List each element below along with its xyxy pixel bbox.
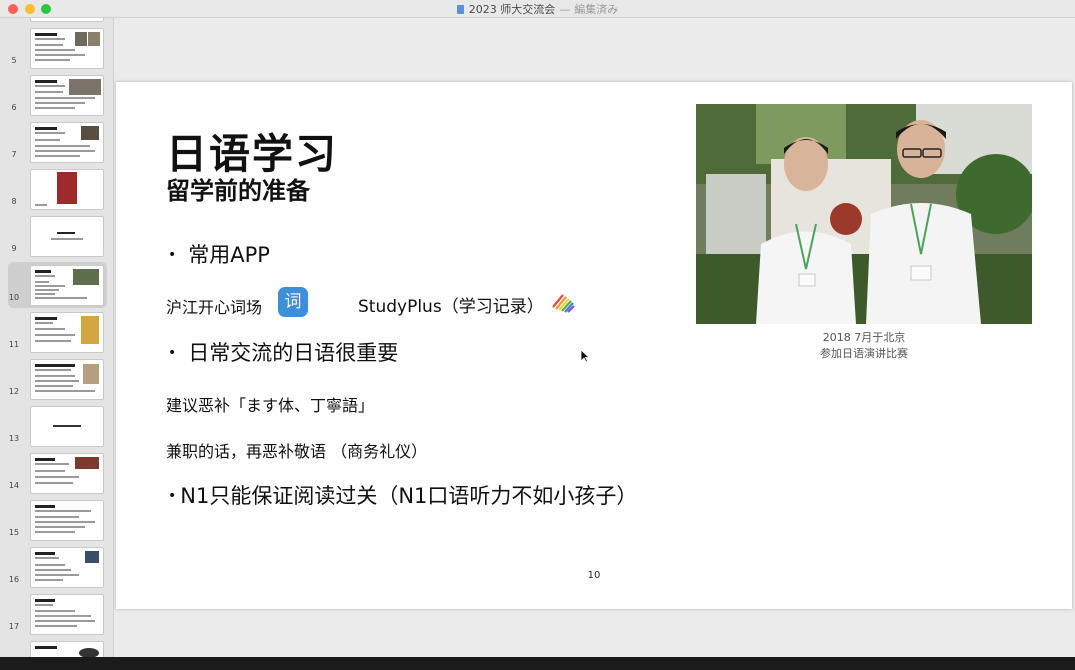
window-title-text: 2023 师大交流会 [468, 3, 556, 16]
slide-thumbnail[interactable] [30, 641, 104, 657]
slide-number: 14 [8, 481, 20, 490]
slide-thumbnail-row[interactable]: 6 [0, 75, 113, 121]
slide-thumbnail[interactable] [30, 28, 104, 69]
slide-thumbnail-row[interactable] [0, 18, 113, 27]
current-slide[interactable]: 日语学习 留学前的准备 • 常用APP 沪江开心词场 词 StudyPlus（学习… [116, 82, 1072, 609]
photo-caption[interactable]: 2018 7月于北京 参加日语演讲比赛 [804, 330, 924, 362]
slide-number: 12 [8, 387, 20, 396]
title-separator: — [559, 3, 571, 16]
slide-thumbnail[interactable] [30, 18, 104, 22]
slide-number: 9 [11, 244, 17, 253]
advice-line-2[interactable]: 兼职的话，再恶补敬语 （商务礼仪） [166, 438, 427, 462]
slide-number: 11 [8, 340, 20, 349]
bullet-n1-text: N1只能保证阅读过关（N1口语听力不如小孩子） [180, 484, 638, 508]
advice-line-1[interactable]: 建议恶补「ます体、丁寧語」 [166, 392, 374, 416]
slide-thumbnail-row[interactable]: 14 [0, 453, 113, 499]
slide-thumbnail-row-selected[interactable]: 10 [0, 262, 113, 311]
slide-number: 15 [8, 528, 20, 537]
screen-bottom-edge [0, 657, 1075, 670]
bullet-daily-text: 日常交流的日语很重要 [188, 341, 399, 365]
mouse-pointer-icon [580, 349, 590, 363]
slide-thumbnail[interactable] [30, 406, 104, 447]
bullet-apps-text: 常用APP [188, 243, 270, 267]
bullet-dot: • [168, 488, 177, 504]
hujiang-app-icon: 词 [278, 287, 308, 317]
slide-thumbnail-row[interactable]: 13 [0, 406, 113, 452]
slide-number: 8 [11, 197, 17, 206]
slide-subtitle[interactable]: 留学前的准备 [166, 171, 310, 206]
slide-thumbnail-row[interactable]: 17 [0, 594, 113, 640]
keynote-window: 2023 师大交流会 — 編集済み 5 6 7 8 9 10 11 12 13 … [0, 0, 1075, 657]
slide-thumbnail-row[interactable]: 8 [0, 169, 113, 215]
edited-status: 編集済み [574, 3, 619, 16]
bullet-daily-japanese[interactable]: • 日常交流的日语很重要 [168, 337, 398, 367]
slide-thumbnail-row[interactable]: 11 [0, 312, 113, 358]
slide-thumbnail[interactable] [30, 169, 104, 210]
slide-thumbnail[interactable] [30, 216, 104, 257]
bullet-apps[interactable]: • 常用APP [168, 239, 270, 269]
slide-thumbnail[interactable] [30, 75, 104, 116]
slide-thumbnail-row[interactable]: 12 [0, 359, 113, 405]
slide-thumbnail[interactable] [30, 265, 104, 306]
slide-thumbnail[interactable] [30, 312, 104, 353]
slide-navigator[interactable]: 5 6 7 8 9 10 11 12 13 14 15 16 17 [0, 18, 114, 657]
caption-line-1: 2018 7月于北京 [822, 331, 906, 344]
app2-label[interactable]: StudyPlus（学习记录） [358, 292, 544, 317]
document-icon [456, 5, 464, 14]
slide-number: 13 [8, 434, 20, 443]
slide-thumbnail-row[interactable]: 15 [0, 500, 113, 546]
slide-number: 6 [11, 103, 17, 112]
slide-thumbnail-row[interactable]: 5 [0, 28, 113, 74]
title-bar: 2023 师大交流会 — 編集済み [0, 0, 1075, 18]
slide-thumbnail[interactable] [30, 359, 104, 400]
slide-thumbnail[interactable] [30, 122, 104, 163]
slide-number: 5 [11, 56, 17, 65]
slide-thumbnail-row[interactable]: 16 [0, 547, 113, 593]
slide-page-number: 10 [587, 570, 601, 581]
bullet-dot: • [168, 345, 177, 361]
slide-thumbnail[interactable] [30, 500, 104, 541]
slide-thumbnail[interactable] [30, 547, 104, 588]
bullet-dot: • [168, 247, 177, 263]
slide-number: 16 [8, 575, 20, 584]
window-title: 2023 师大交流会 — 編集済み [0, 1, 1075, 17]
slide-thumbnail[interactable] [30, 594, 104, 635]
studyplus-app-icon [550, 288, 576, 314]
slide-canvas[interactable]: 日语学习 留学前的准备 • 常用APP 沪江开心词场 词 StudyPlus（学习… [114, 18, 1075, 657]
slide-thumbnail-row[interactable] [0, 641, 113, 657]
slide-thumbnail[interactable] [30, 453, 104, 494]
app1-label[interactable]: 沪江开心词场 [166, 294, 262, 318]
caption-line-2: 参加日语演讲比赛 [820, 347, 908, 360]
slide-thumbnail-row[interactable]: 9 [0, 216, 113, 262]
slide-number: 7 [11, 150, 17, 159]
slide-number: 17 [8, 622, 20, 631]
photo-two-students[interactable] [696, 104, 1032, 324]
slide-thumbnail-row[interactable]: 7 [0, 122, 113, 168]
bullet-n1[interactable]: • N1只能保证阅读过关（N1口语听力不如小孩子） [168, 480, 637, 510]
slide-number: 10 [8, 293, 20, 302]
